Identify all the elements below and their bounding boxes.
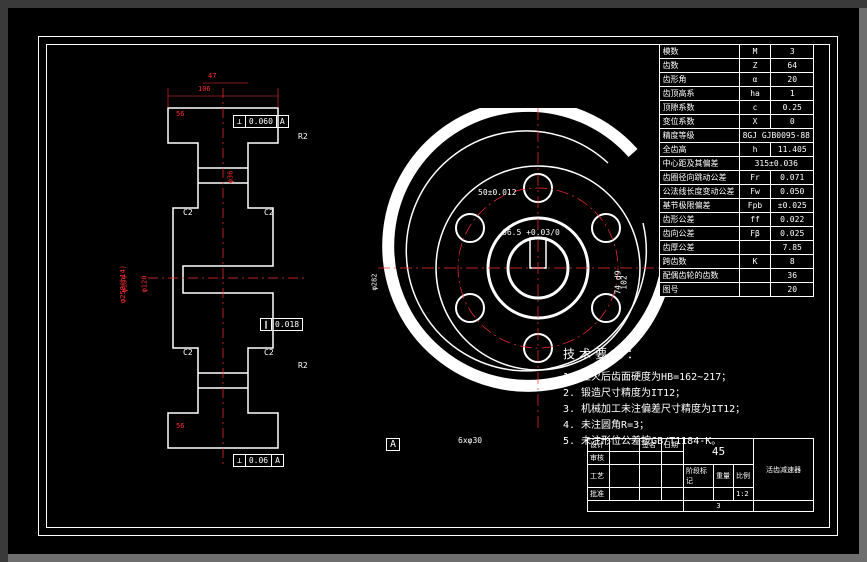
gtol-parallel: ∥ 0.018 <box>260 318 303 331</box>
tb-sig: 签名 <box>640 439 662 452</box>
gtol-perp-bot: ⟂ 0.06 A <box>233 454 284 467</box>
param-row: 齿向公差Fβ0.025 <box>659 227 813 241</box>
param-row: 齿数Z64 <box>659 59 813 73</box>
technical-requirements: 技术要求： 1. 正火后齿面硬度为HB=162~217；2. 锻造尺寸精度为IT… <box>563 346 745 450</box>
tech-req-item: 2. 锻造尺寸精度为IT12； <box>563 386 745 402</box>
dim-c2-3: C2 <box>183 348 193 357</box>
param-row: 中心距及其偏差315±0.036 <box>659 157 813 171</box>
gtol-ref: A <box>272 455 283 466</box>
tb-des: 设计 <box>588 439 610 452</box>
tb-wt: 重量 <box>714 465 734 488</box>
cad-canvas[interactable]: 106 47 R2 R2 C2 C2 C2 C2 φ36 φ194 φ258(h… <box>8 8 859 554</box>
param-row: 齿形角α20 <box>659 73 813 87</box>
param-row: 齿圈径向跳动公差Fr0.071 <box>659 171 813 185</box>
dim-phi282: φ282 <box>370 274 378 291</box>
gtol-perp-top: ⟂ 0.060 A <box>233 115 289 128</box>
ruler-left <box>0 0 8 562</box>
tech-req-item: 4. 未注圆角R=3； <box>563 418 745 434</box>
gtol-tol: 0.060 <box>246 116 277 127</box>
dim-665tol: 66.5 +0.03/0 <box>502 228 560 237</box>
param-row: 变位系数X0 <box>659 115 813 129</box>
tb-sheet: 3 <box>684 501 754 512</box>
tb-date: 日期 <box>662 439 684 452</box>
tb-chk: 审核 <box>588 452 610 465</box>
datum-a: A <box>386 438 400 451</box>
dim-47: 47 <box>208 72 216 80</box>
dim-r2-top: R2 <box>298 132 308 141</box>
dim-r2-bot: R2 <box>298 361 308 370</box>
dim-56-top: 56 <box>176 110 184 118</box>
dim-56-bot: 56 <box>176 422 184 430</box>
dim-c2-1: C2 <box>183 208 193 217</box>
tb-sc: 比例 <box>734 465 754 488</box>
tb-std: 工艺 <box>588 465 610 488</box>
tech-req-item: 3. 机械加工未注偏差尺寸精度为IT12； <box>563 402 745 418</box>
param-row: 精度等级8GJ GJB0095-88 <box>659 129 813 143</box>
tech-req-item: 1. 正火后齿面硬度为HB=162~217； <box>563 370 745 386</box>
dim-106: 106 <box>198 85 211 93</box>
tb-proj: 阶段标记 <box>684 465 714 488</box>
gtol-sym: ⟂ <box>234 455 246 466</box>
param-row: 图号20 <box>659 283 813 297</box>
tech-req-title: 技术要求： <box>563 346 745 362</box>
gtol-sym: ∥ <box>261 319 272 330</box>
parameter-table: 模数M3齿数Z64齿形角α20齿顶高系ha1顶隙系数c0.25变位系数X0精度等… <box>659 44 814 297</box>
gtol-ref: A <box>277 116 288 127</box>
param-row: 顶隙系数c0.25 <box>659 101 813 115</box>
param-row: 模数M3 <box>659 45 813 59</box>
dim-c2-4: C2 <box>264 348 274 357</box>
title-block: 设计 签名 日期 45 活齿减速器 审核 工艺 阶段标记 重量 比例 批准 1:… <box>587 438 814 512</box>
dim-phi258: φ258(h14) <box>119 265 127 303</box>
gtol-tol: 0.06 <box>246 455 272 466</box>
tb-material: 45 <box>684 439 754 465</box>
dim-phi36: φ36 <box>226 171 234 184</box>
param-row: 跨齿数K8 <box>659 255 813 269</box>
tb-scale-val: 1:2 <box>734 488 754 501</box>
param-row: 公法线长度变动公差Fw0.050 <box>659 185 813 199</box>
dim-phi120: φ120 <box>140 276 148 293</box>
tb-type: 活齿减速器 <box>754 439 814 501</box>
param-row: 齿顶高系ha1 <box>659 87 813 101</box>
dim-50tol: 50±0.012 <box>478 188 517 197</box>
gtol-tol: 0.018 <box>272 319 302 330</box>
dim-6x30: 6xφ30 <box>458 436 482 445</box>
dim-c2-2: C2 <box>264 208 274 217</box>
param-row: 齿形公差ff0.022 <box>659 213 813 227</box>
param-row: 配偶齿轮的齿数36 <box>659 269 813 283</box>
param-row: 基节极限偏差Fpb±0.025 <box>659 199 813 213</box>
param-row: 全齿高h11.405 <box>659 143 813 157</box>
dim-74d9: 74 d9 <box>614 270 623 294</box>
param-row: 齿厚公差7.85 <box>659 241 813 255</box>
gtol-sym: ⟂ <box>234 116 246 127</box>
ruler-top <box>0 0 867 8</box>
tb-app: 批准 <box>588 488 610 501</box>
